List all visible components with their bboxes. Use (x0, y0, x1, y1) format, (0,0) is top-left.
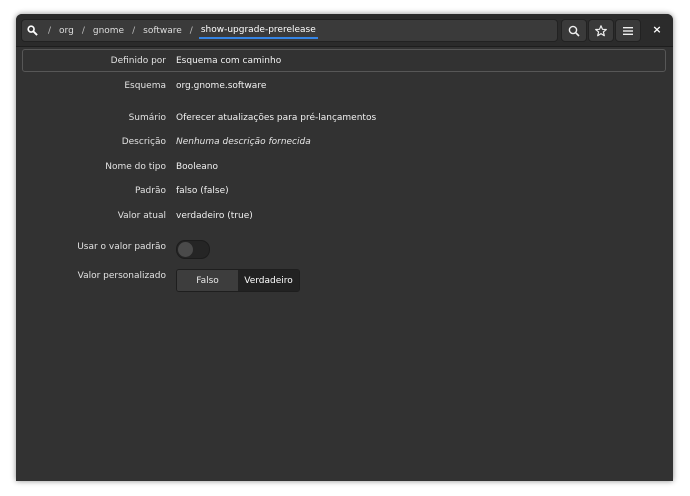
row-default: Padrão falso (false) (16, 186, 673, 200)
search-home-icon[interactable] (22, 20, 42, 41)
default-value: falso (false) (176, 186, 229, 196)
row-current-value: Valor atual verdadeiro (true) (16, 211, 673, 225)
summary-value: Oferecer atualizações para pré-lançament… (176, 113, 377, 123)
row-schema: Esquema org.gnome.software (16, 81, 673, 95)
row-custom-value: Valor personalizado (16, 271, 673, 285)
path-bar[interactable]: / org / gnome / software / show-upgrade-… (21, 19, 558, 42)
custom-value-label: Valor personalizado (77, 271, 166, 281)
path-separator: / (132, 25, 136, 36)
switch-knob (178, 242, 193, 257)
false-toggle-button[interactable]: Falso (177, 270, 238, 291)
crumb-software[interactable]: software (141, 26, 184, 36)
current-value-value: verdadeiro (true) (176, 211, 253, 221)
path-separator: / (81, 25, 85, 36)
row-defined-by: Definido por Esquema com caminho (16, 56, 673, 70)
true-toggle-button[interactable]: Verdadeiro (238, 270, 299, 291)
description-value: Nenhuma descrição fornecida (176, 137, 311, 147)
path-separator: / (189, 25, 193, 36)
hamburger-menu-icon (623, 26, 633, 35)
schema-label: Esquema (124, 81, 166, 91)
use-default-label: Usar o valor padrão (77, 242, 166, 252)
custom-value-toggle-group: Falso Verdadeiro (176, 269, 300, 292)
crumb-org[interactable]: org (57, 26, 76, 36)
dconf-editor-window: / org / gnome / software / show-upgrade-… (16, 14, 673, 481)
defined-by-value: Esquema com caminho (176, 56, 282, 66)
row-summary: Sumário Oferecer atualizações para pré-l… (16, 113, 673, 127)
search-button[interactable] (561, 19, 587, 42)
use-default-switch[interactable] (176, 240, 210, 259)
star-icon (595, 24, 607, 36)
type-name-label: Nome do tipo (105, 162, 166, 172)
main-menu-button[interactable] (615, 19, 641, 42)
header-bar: / org / gnome / software / show-upgrade-… (16, 14, 673, 47)
crumb-gnome[interactable]: gnome (91, 26, 126, 36)
search-icon (568, 25, 580, 37)
bookmarks-button[interactable] (588, 19, 614, 42)
description-label: Descrição (121, 137, 166, 147)
schema-value: org.gnome.software (176, 81, 267, 91)
close-window-button[interactable]: × (646, 19, 668, 40)
defined-by-label: Definido por (110, 56, 166, 66)
default-label: Padrão (135, 186, 166, 196)
crumb-current-key[interactable]: show-upgrade-prerelease (198, 25, 318, 39)
row-type-name: Nome do tipo Booleano (16, 162, 673, 176)
summary-label: Sumário (128, 113, 166, 123)
path-separator: / (48, 25, 52, 36)
row-description: Descrição Nenhuma descrição fornecida (16, 137, 673, 151)
row-use-default: Usar o valor padrão (16, 242, 673, 256)
type-name-value: Booleano (176, 162, 218, 172)
current-value-label: Valor atual (117, 211, 166, 221)
